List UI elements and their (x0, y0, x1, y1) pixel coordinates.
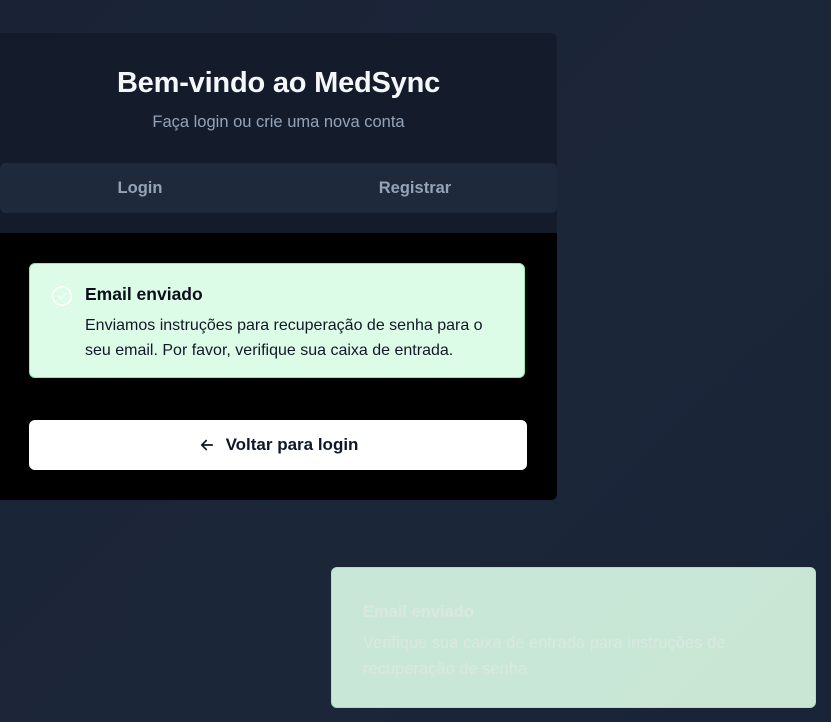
success-alert: Email enviado Enviamos instruções para r… (29, 263, 525, 378)
tab-content: Email enviado Enviamos instruções para r… (0, 233, 557, 500)
back-to-login-label: Voltar para login (225, 435, 359, 454)
alert-title: Email enviado (85, 284, 203, 304)
auth-card: Bem-vindo ao MedSync Faça login ou crie … (0, 33, 557, 500)
alert-message: Enviamos instruções para recuperação de … (85, 317, 483, 359)
tab-login[interactable]: Login (0, 163, 280, 213)
card-header: Bem-vindo ao MedSync Faça login ou crie … (0, 33, 557, 163)
arrow-left-icon (200, 439, 213, 451)
page-title: Bem-vindo ao MedSync (116, 67, 441, 99)
toast-message: Verifique sua caixa de entrada para inst… (363, 634, 726, 678)
check-circle-icon (52, 286, 72, 306)
page-subtitle: Faça login ou crie uma nova conta (152, 113, 405, 131)
back-to-login-button[interactable]: Voltar para login (29, 420, 527, 470)
toast-title: Email enviado (363, 603, 474, 621)
tab-register[interactable]: Registrar (280, 163, 550, 213)
auth-tabs: Login Registrar (0, 163, 557, 213)
toast-notification[interactable]: Email enviado Verifique sua caixa de ent… (331, 567, 816, 708)
